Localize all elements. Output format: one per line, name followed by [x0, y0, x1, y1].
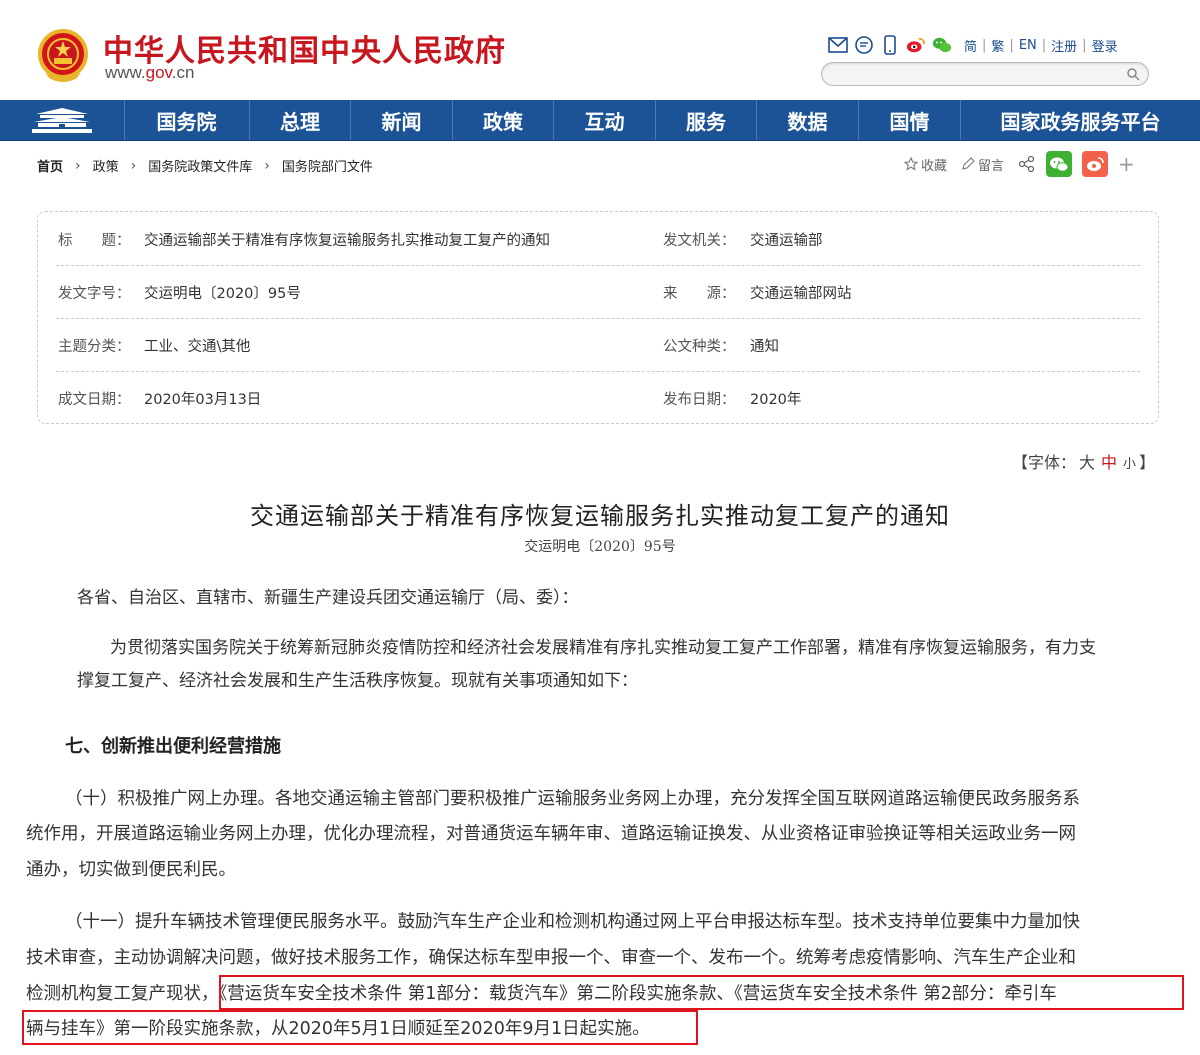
national-emblem-icon[interactable] — [37, 28, 89, 84]
share-icon[interactable] — [1018, 155, 1036, 173]
highlight-box — [219, 975, 1184, 1010]
main-nav: 国务院 总理 新闻 政策 互动 服务 数据 国情 国家政务服务平台 — [0, 100, 1200, 141]
font-size-suffix: 】 — [1139, 453, 1156, 472]
meta-written-date-label: 成文日期： — [58, 392, 131, 408]
favorite-label: 收藏 — [921, 158, 948, 174]
article-title: 交通运输部关于精准有序恢复运输服务扎实推动复工复产的通知 — [250, 502, 950, 530]
wechat-icon[interactable] — [932, 35, 952, 55]
paragraph-11-line: （十一）提升车辆技术管理便民服务水平。鼓励汽车生产企业和检测机构通过网上平台申报… — [65, 912, 1080, 932]
meta-row: 主题分类： 工业、交通\其他 公文种类： 通知 — [56, 318, 1140, 372]
breadcrumb-separator-icon: › — [264, 157, 270, 174]
paragraph-10-line: 通办，切实做到便民利民。 — [26, 860, 236, 880]
register-link[interactable]: 注册 — [1051, 36, 1077, 55]
breadcrumb-separator-icon: › — [75, 157, 81, 174]
paragraph-10-line: （十）积极推广网上办理。各地交通运输主管部门要积极推广运输服务业务网上办理，充分… — [65, 789, 1080, 809]
message-icon[interactable] — [854, 35, 874, 55]
meta-published-date-value: 2020年 — [750, 392, 802, 408]
breadcrumb-policy-library[interactable]: 国务院政策文件库 — [148, 156, 252, 175]
search-icon[interactable] — [1126, 66, 1140, 85]
nav-item-policy[interactable]: 政策 — [453, 100, 554, 140]
share-wechat-icon[interactable] — [1046, 151, 1073, 177]
meta-written-date-value: 2020年03月13日 — [144, 392, 262, 408]
meta-doc-no-label: 发文字号： — [58, 286, 131, 302]
nav-item-premier[interactable]: 总理 — [250, 100, 351, 140]
comment-label: 留言 — [978, 158, 1005, 174]
meta-published-date-label: 发布日期： — [663, 392, 736, 408]
site-url-prefix: www. — [105, 63, 146, 82]
login-link[interactable]: 登录 — [1092, 36, 1118, 55]
mail-icon[interactable] — [828, 35, 848, 55]
meta-title-label: 标 题： — [58, 233, 131, 249]
article-doc-number: 交运明电〔2020〕95号 — [524, 539, 676, 555]
meta-source-value: 交通运输部网站 — [750, 286, 852, 302]
lang-simplified-link[interactable]: 简 — [964, 36, 977, 55]
section-heading: 七、创新推出便利经营措施 — [65, 736, 281, 757]
lang-english-link[interactable]: EN — [1019, 38, 1037, 53]
nav-item-state-council[interactable]: 国务院 — [124, 100, 250, 140]
meta-row: 标 题： 交通运输部关于精准有序恢复运输服务扎实推动复工复产的通知 发文机关： … — [56, 212, 1140, 266]
article-intro-line: 撑复工复产、经济社会发展和生产生活秩序恢复。现就有关事项通知如下： — [77, 671, 638, 691]
nav-item-service-platform[interactable]: 国家政务服务平台 — [961, 100, 1200, 140]
top-tools: 简 | 繁 | EN | 注册 | 登录 — [828, 34, 1118, 56]
meta-type-value: 通知 — [750, 339, 779, 355]
weibo-icon[interactable] — [906, 35, 926, 55]
article-salutation: 各省、自治区、直辖市、新疆生产建设兵团交通运输厅（局、委）： — [77, 588, 579, 608]
lang-traditional-link[interactable]: 繁 — [991, 36, 1004, 55]
pencil-icon — [962, 157, 975, 170]
meta-issuer-value: 交通运输部 — [750, 233, 823, 249]
nav-item-data[interactable]: 数据 — [757, 100, 859, 140]
favorite-button[interactable]: 收藏 — [904, 155, 947, 174]
document-meta-table: 标 题： 交通运输部关于精准有序恢复运输服务扎实推动复工复产的通知 发文机关： … — [37, 211, 1159, 424]
site-url[interactable]: www.gov.cn — [105, 63, 194, 83]
breadcrumb: 首页 › 政策 › 国务院政策文件库 › 国务院部门文件 — [37, 156, 373, 176]
meta-row: 成文日期： 2020年03月13日 发布日期： 2020年 — [56, 371, 1140, 424]
meta-row: 发文字号： 交运明电〔2020〕95号 来 源： 交通运输部网站 — [56, 265, 1140, 319]
site-url-suffix: .cn — [171, 63, 195, 82]
share-toolbar: 收藏 留言 + — [904, 150, 1135, 178]
language-links: 简 | 繁 | EN | 注册 | 登录 — [964, 36, 1118, 55]
nav-item-interaction[interactable]: 互动 — [554, 100, 656, 140]
meta-issuer-label: 发文机关： — [663, 233, 736, 249]
comment-button[interactable]: 留言 — [961, 155, 1004, 174]
share-more-button[interactable]: + — [1118, 152, 1135, 176]
nav-item-national-info[interactable]: 国情 — [859, 100, 961, 140]
share-weibo-icon[interactable] — [1082, 151, 1109, 177]
meta-title-value: 交通运输部关于精准有序恢复运输服务扎实推动复工复产的通知 — [144, 233, 550, 249]
font-size-large-button[interactable]: 大 — [1079, 453, 1095, 472]
meta-source-label: 来 源： — [663, 286, 736, 302]
breadcrumb-home[interactable]: 首页 — [37, 156, 63, 175]
site-header: 中华人民共和国中央人民政府 www.gov.cn 简 | 繁 | EN | 注册 | 登… — [0, 0, 1200, 100]
breadcrumb-separator-icon: › — [130, 157, 137, 174]
meta-topic-value: 工业、交通\其他 — [144, 339, 251, 355]
breadcrumb-department-docs[interactable]: 国务院部门文件 — [282, 156, 373, 175]
font-size-medium-button[interactable]: 中 — [1101, 453, 1117, 472]
search-box — [821, 62, 1149, 86]
star-icon — [904, 157, 918, 171]
highlight-box — [22, 1010, 698, 1045]
meta-type-label: 公文种类： — [663, 339, 736, 355]
font-size-switcher: 【字体：大中小】 — [1012, 449, 1155, 473]
nav-item-news[interactable]: 新闻 — [351, 100, 453, 140]
mobile-icon[interactable] — [880, 35, 900, 55]
font-size-prefix: 【字体： — [1012, 453, 1077, 472]
nav-item-services[interactable]: 服务 — [656, 100, 757, 140]
meta-doc-no-value: 交运明电〔2020〕95号 — [144, 286, 301, 302]
breadcrumb-policy[interactable]: 政策 — [93, 156, 119, 175]
meta-topic-label: 主题分类： — [58, 339, 131, 355]
article-intro-line: 为贯彻落实国务院关于统筹新冠肺炎疫情防控和经济社会发展精准有序扎实推动复工复产工… — [110, 638, 1096, 658]
paragraph-10-line: 统作用，开展道路运输业务网上办理，优化办理流程，对普通货运车辆年审、道路运输证换… — [26, 824, 1076, 844]
search-input[interactable] — [822, 63, 1132, 85]
nav-home-icon[interactable] — [0, 100, 125, 140]
paragraph-11-line: 技术审查，主动协调解决问题，做好技术服务工作，确保达标车型申报一个、审查一个、发… — [26, 948, 1076, 968]
site-url-highlight: gov — [145, 63, 172, 82]
font-size-small-button[interactable]: 小 — [1123, 457, 1136, 472]
